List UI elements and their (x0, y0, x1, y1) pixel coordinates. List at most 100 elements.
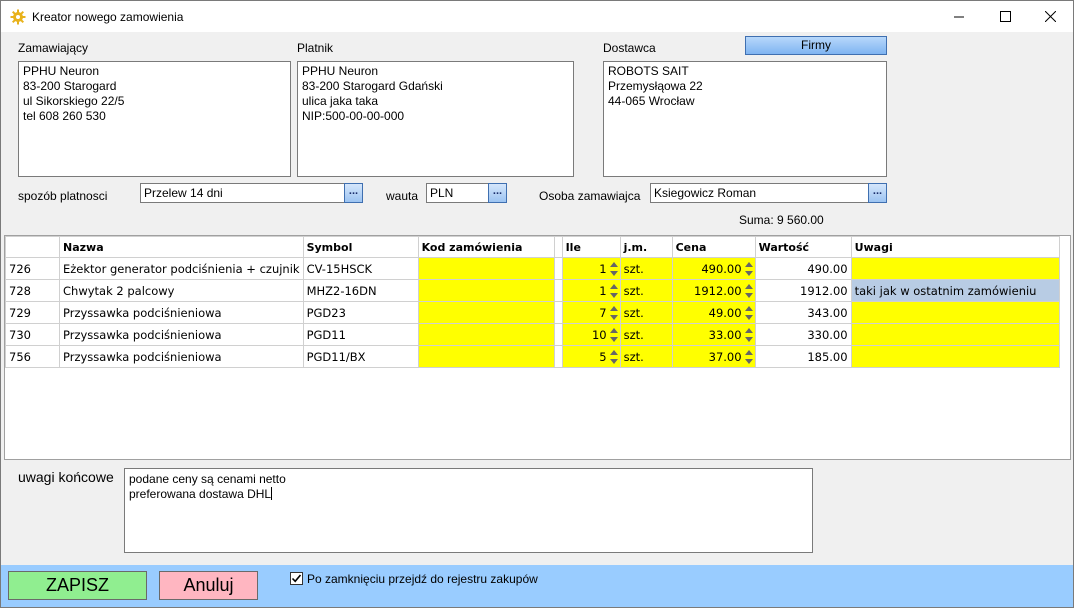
column-header-value[interactable]: Wartość (754, 236, 852, 258)
cell-price[interactable]: 33.00 (671, 323, 756, 346)
address-line: NIP:500-00-00-000 (302, 109, 405, 123)
table-row[interactable]: 756 Przyssawka podciśnieniowa PGD11/BX 5 szt… (5, 345, 1060, 368)
cell-quantity[interactable]: 1 (561, 257, 621, 280)
table-row[interactable]: 728 Chwytak 2 palcowy MHZ2-16DN 1 szt. 1912.0… (5, 279, 1060, 302)
column-header-unit[interactable]: j.m. (619, 236, 673, 258)
column-header-symbol[interactable]: Symbol (302, 236, 419, 258)
cell-value[interactable]: 343.00 (754, 301, 852, 324)
address-line: tel 608 260 530 (23, 109, 106, 123)
cell-price[interactable]: 490.00 (671, 257, 756, 280)
minimize-button[interactable] (936, 1, 982, 32)
cell-unit[interactable]: szt. (619, 345, 673, 368)
currency-picker-button[interactable]: ... (488, 183, 507, 203)
cell-value[interactable]: 490.00 (754, 257, 852, 280)
spinner-arrows-icon[interactable] (609, 282, 619, 300)
cancel-button[interactable]: Anuluj (159, 571, 258, 600)
cell-unit[interactable]: szt. (619, 301, 673, 324)
address-line: 83-200 Starogard (23, 79, 117, 93)
cell-symbol[interactable]: MHZ2-16DN (302, 279, 419, 302)
supplier-address[interactable]: ROBOTS SAIT Przemysłąowa 22 44-065 Wrocł… (603, 61, 887, 177)
save-button[interactable]: ZAPISZ (8, 571, 147, 600)
cell-quantity[interactable]: 5 (561, 345, 621, 368)
firms-button[interactable]: Firmy (745, 36, 887, 55)
cell-order-code[interactable] (417, 345, 555, 368)
go-to-purchase-register-label[interactable]: Po zamknięciu przejdź do rejestru zakupó… (307, 572, 538, 586)
column-header-id[interactable] (5, 236, 60, 258)
close-icon (1044, 11, 1056, 22)
spinner-arrows-icon[interactable] (744, 304, 754, 322)
column-header-notes[interactable]: Uwagi (850, 236, 1060, 258)
spinner-arrows-icon[interactable] (744, 282, 754, 300)
cell-notes[interactable] (850, 323, 1060, 346)
payer-address[interactable]: PPHU Neuron 83-200 Starogard Gdański uli… (297, 61, 574, 177)
cell-order-code[interactable] (417, 279, 555, 302)
cell-notes[interactable] (850, 301, 1060, 324)
cell-price[interactable]: 1912.00 (671, 279, 756, 302)
cell-id[interactable]: 728 (5, 279, 60, 302)
cell-symbol[interactable]: PGD11 (302, 323, 419, 346)
ordering-person-picker-button[interactable]: ... (868, 183, 887, 203)
cell-symbol[interactable]: PGD23 (302, 301, 419, 324)
cell-spacer (553, 323, 563, 346)
cell-order-code[interactable] (417, 257, 555, 280)
maximize-button[interactable] (982, 1, 1028, 32)
cell-id[interactable]: 730 (5, 323, 60, 346)
table-row[interactable]: 730 Przyssawka podciśnieniowa PGD11 10 szt. 3… (5, 323, 1060, 346)
currency-label: wauta (386, 189, 419, 203)
cell-name[interactable]: Przyssawka podciśnieniowa (59, 323, 304, 346)
payment-method-field[interactable]: Przelew 14 dni (140, 183, 345, 203)
cell-quantity[interactable]: 1 (561, 279, 621, 302)
cell-quantity[interactable]: 10 (561, 323, 621, 346)
column-header-name[interactable]: Nazwa (59, 236, 304, 258)
payment-method-picker-button[interactable]: ... (344, 183, 363, 203)
table-row[interactable]: 729 Przyssawka podciśnieniowa PGD23 7 szt. 49… (5, 301, 1060, 324)
column-header-price[interactable]: Cena (671, 236, 756, 258)
cell-price[interactable]: 37.00 (671, 345, 756, 368)
cell-unit[interactable]: szt. (619, 279, 673, 302)
column-header-order-code[interactable]: Kod zamówienia (417, 236, 555, 258)
address-line: 44-065 Wrocław (608, 94, 695, 108)
cell-unit[interactable]: szt. (619, 323, 673, 346)
cell-symbol[interactable]: PGD11/BX (302, 345, 419, 368)
cell-name[interactable]: Chwytak 2 palcowy (59, 279, 304, 302)
spinner-arrows-icon[interactable] (609, 260, 619, 278)
cell-unit[interactable]: szt. (619, 257, 673, 280)
cell-id[interactable]: 756 (5, 345, 60, 368)
cell-value[interactable]: 330.00 (754, 323, 852, 346)
cell-name[interactable]: Przyssawka podciśnieniowa (59, 301, 304, 324)
currency-field[interactable]: PLN (426, 183, 489, 203)
cell-quantity-text: 7 (599, 305, 607, 320)
ordering-person-field[interactable]: Ksiegowicz Roman (650, 183, 869, 203)
cell-value[interactable]: 1912.00 (754, 279, 852, 302)
spinner-arrows-icon[interactable] (609, 304, 619, 322)
cell-notes[interactable]: taki jak w ostatnim zamówieniu (850, 279, 1060, 302)
order-items-grid[interactable]: Nazwa Symbol Kod zamówienia Ile j.m. Cen… (4, 235, 1071, 460)
spinner-arrows-icon[interactable] (744, 260, 754, 278)
cell-price[interactable]: 49.00 (671, 301, 756, 324)
table-row[interactable]: 726 Eżektor generator podciśnienia + czuj… (5, 257, 1060, 280)
cell-value[interactable]: 185.00 (754, 345, 852, 368)
column-header-quantity[interactable]: Ile (561, 236, 621, 258)
cell-order-code[interactable] (417, 301, 555, 324)
cell-notes[interactable] (850, 345, 1060, 368)
cell-name[interactable]: Przyssawka podciśnieniowa (59, 345, 304, 368)
cell-quantity[interactable]: 7 (561, 301, 621, 324)
address-line: ul Sikorskiego 22/5 (23, 94, 125, 108)
cell-id[interactable]: 729 (5, 301, 60, 324)
cell-quantity-text: 5 (599, 349, 607, 364)
ordering-party-address[interactable]: PPHU Neuron 83-200 Starogard ul Sikorski… (18, 61, 291, 177)
cell-order-code[interactable] (417, 323, 555, 346)
cell-notes[interactable] (850, 257, 1060, 280)
go-to-purchase-register-checkbox[interactable] (290, 572, 303, 585)
spinner-arrows-icon[interactable] (609, 348, 619, 366)
spinner-arrows-icon[interactable] (744, 326, 754, 344)
spinner-arrows-icon[interactable] (744, 348, 754, 366)
final-notes-textarea[interactable]: podane ceny są cenami netto preferowana … (124, 468, 813, 553)
cell-symbol[interactable]: CV-15HSCK (302, 257, 419, 280)
cell-id[interactable]: 726 (5, 257, 60, 280)
spinner-arrows-icon[interactable] (609, 326, 619, 344)
cell-name[interactable]: Eżektor generator podciśnienia + czujnik (59, 257, 304, 280)
window-title: Kreator nowego zamowienia (32, 10, 184, 24)
final-notes-label: uwagi końcowe (18, 469, 114, 485)
close-button[interactable] (1027, 1, 1073, 32)
